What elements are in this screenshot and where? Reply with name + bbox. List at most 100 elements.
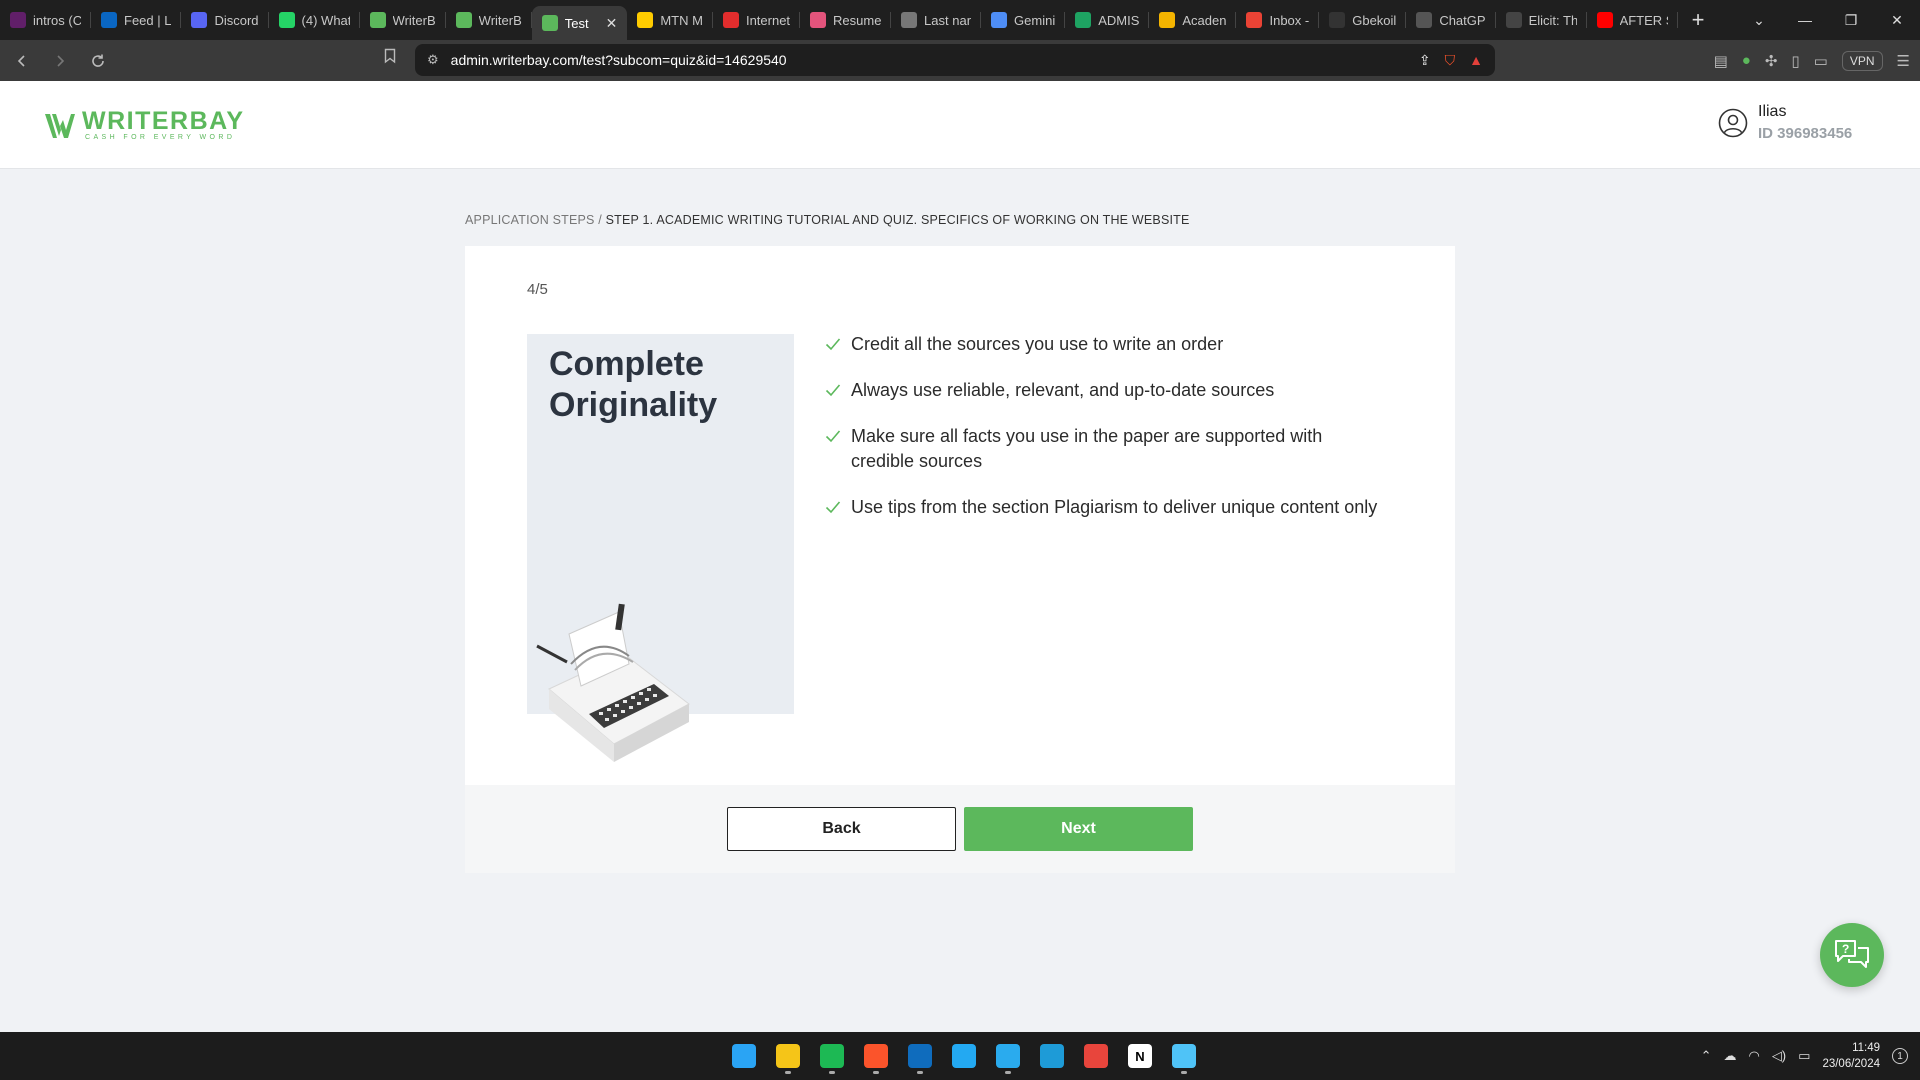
restore-button[interactable]: ❐ (1828, 12, 1874, 29)
brave-rewards-icon[interactable]: ▲ (1469, 52, 1483, 68)
notepad-icon (1172, 1044, 1196, 1068)
writerbay-logo-icon (45, 113, 75, 138)
browser-tab[interactable]: intros (C (0, 0, 91, 40)
reader-mode-icon[interactable]: ▤ (1714, 52, 1728, 70)
support-chat-button[interactable]: ? (1820, 923, 1884, 987)
spotify-taskbar-button[interactable] (814, 1038, 850, 1074)
browser-tab[interactable]: Feed | L (91, 0, 182, 40)
gemini-icon (991, 12, 1008, 28)
back-nav-button[interactable] (6, 45, 38, 77)
site-settings-icon[interactable]: ⚙ (427, 52, 439, 68)
url-text[interactable]: admin.writerbay.com/test?subcom=quiz&id=… (451, 52, 787, 68)
browser-tab[interactable]: AFTER S (1587, 0, 1678, 40)
wallet-icon[interactable]: ▭ (1814, 52, 1828, 70)
extensions-puzzle-icon[interactable]: ✣ (1765, 52, 1778, 70)
extension-green-icon[interactable]: ● (1742, 52, 1751, 69)
new-tab-button[interactable]: + (1678, 7, 1719, 33)
writerbay-logo[interactable]: WRITERBAY CASH FOR EVERY WORD (44, 109, 245, 142)
browser-tab-label: (4) What (301, 12, 350, 28)
chrome-taskbar-button[interactable] (1078, 1038, 1114, 1074)
onedrive-icon[interactable]: ☁ (1723, 1048, 1736, 1064)
tab-search-icon[interactable]: ⌄ (1736, 12, 1782, 29)
lesson-title-line2: Originality (549, 386, 718, 424)
whatsapp-icon (278, 12, 295, 28)
share-icon[interactable]: ⇪ (1419, 52, 1431, 69)
slack-icon (10, 12, 26, 28)
vpn-button[interactable]: VPN (1841, 50, 1883, 71)
next-button[interactable]: Next (964, 807, 1193, 851)
browser-tab-label: Elicit: Th (1528, 12, 1577, 28)
close-window-button[interactable]: ✕ (1874, 12, 1920, 29)
browser-tab[interactable]: Resume (800, 0, 892, 40)
close-tab-icon[interactable]: ✕ (606, 15, 618, 32)
sidebar-toggle-icon[interactable]: ▯ (1791, 52, 1799, 70)
browser-tab-label: Inbox - (1269, 12, 1310, 28)
browser-tab[interactable]: Elicit: Th (1496, 0, 1587, 40)
writerbay-icon (455, 12, 472, 28)
clock[interactable]: 11:49 23/06/2024 (1822, 1040, 1880, 1072)
outlook-icon (908, 1044, 932, 1068)
forward-nav-button[interactable] (44, 45, 76, 77)
browser-tab[interactable]: WriterB (360, 0, 446, 40)
sheets-icon (1075, 12, 1092, 28)
wifi-icon[interactable]: ◠ (1748, 1048, 1759, 1064)
menu-icon[interactable]: ☰ (1897, 52, 1910, 70)
check-icon (825, 384, 841, 397)
check-icon (825, 501, 841, 514)
browser-tab[interactable]: (4) What (269, 0, 360, 40)
brave-shields-icon[interactable]: ⛉ (1445, 52, 1456, 69)
notification-badge[interactable]: 1 (1892, 1048, 1908, 1064)
elicit-icon (1505, 12, 1522, 28)
user-profile[interactable]: Ilias ID 396983456 (1718, 103, 1852, 142)
address-bar-actions: ⇪ ⛉ ▲ (1419, 52, 1483, 69)
vscode-taskbar-button[interactable] (946, 1038, 982, 1074)
browser-tab[interactable]: Discord (181, 0, 269, 40)
browser-tab[interactable]: Inbox - (1236, 0, 1319, 40)
back-button[interactable]: Back (727, 807, 956, 851)
breadcrumb-current: STEP 1. ACADEMIC WRITING TUTORIAL AND QU… (605, 213, 1190, 227)
browser-toolbar: ⚙ admin.writerbay.com/test?subcom=quiz&i… (0, 40, 1920, 81)
browser-tab[interactable]: MTN M (627, 0, 713, 40)
user-id: ID 396983456 (1758, 125, 1853, 142)
vscode-icon (952, 1044, 976, 1068)
taskbar-apps: N (726, 1038, 1202, 1074)
browser-tab[interactable]: Internet (713, 0, 801, 40)
gear-icon (901, 12, 918, 28)
browser-tab[interactable]: Gemini (981, 0, 1066, 40)
telegram-taskbar-button[interactable] (990, 1038, 1026, 1074)
outlook-taskbar-button[interactable] (902, 1038, 938, 1074)
reload-button[interactable] (82, 45, 114, 77)
browser-tab[interactable]: Gbekoil (1319, 0, 1407, 40)
tips-list: Credit all the sources you use to write … (825, 332, 1385, 541)
logo-tagline: CASH FOR EVERY WORD (85, 134, 236, 141)
tray-overflow-icon[interactable]: ⌃ (1701, 1048, 1712, 1064)
notion-taskbar-button[interactable]: N (1122, 1038, 1158, 1074)
user-name: Ilias (1758, 103, 1787, 120)
tip-text: Always use reliable, relevant, and up-to… (851, 380, 1275, 400)
battery-icon[interactable]: ▭ (1798, 1048, 1810, 1064)
minimize-button[interactable]: — (1782, 12, 1828, 28)
breadcrumb-root[interactable]: APPLICATION STEPS / (465, 213, 602, 227)
volume-icon[interactable]: ◁) (1772, 1048, 1786, 1064)
arrow-left-icon (17, 54, 25, 67)
brave-taskbar-button[interactable] (858, 1038, 894, 1074)
browser-tab[interactable]: ChatGP (1406, 0, 1496, 40)
browser-tab[interactable]: WriterB (446, 0, 532, 40)
browser-tab[interactable]: Test ✕ (531, 6, 628, 40)
browser-tab[interactable]: Acaden (1149, 0, 1237, 40)
step-progress: 4/5 (527, 281, 548, 298)
bookmark-icon[interactable] (384, 48, 396, 69)
browser-tab-label: ChatGP (1439, 12, 1486, 28)
browser-tab[interactable]: ADMIS (1065, 0, 1150, 40)
windows-start-taskbar-button[interactable] (726, 1038, 762, 1074)
browser-tab[interactable]: Last nar (891, 0, 982, 40)
notepad-taskbar-button[interactable] (1166, 1038, 1202, 1074)
file-explorer-taskbar-button[interactable] (770, 1038, 806, 1074)
spotify-icon (820, 1044, 844, 1068)
edge-icon (1040, 1044, 1064, 1068)
address-bar[interactable]: ⚙ admin.writerbay.com/test?subcom=quiz&i… (415, 44, 1495, 76)
browser-tab-label: WriterB (478, 12, 522, 28)
edge-taskbar-button[interactable] (1034, 1038, 1070, 1074)
discord-icon (191, 12, 208, 28)
lesson-illustration-panel: Complete Originality (527, 334, 794, 762)
